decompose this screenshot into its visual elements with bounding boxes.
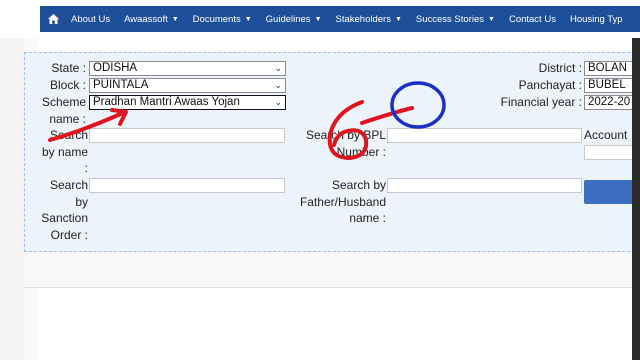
search-father-label: Search by Father/Husband name : <box>299 178 386 225</box>
search-sanction-input[interactable] <box>89 178 285 193</box>
district-label: District : <box>538 61 582 75</box>
nav-about-us[interactable]: About Us <box>64 6 117 32</box>
search-name-label: Search by name : <box>41 128 88 175</box>
state-label: State : <box>51 61 86 75</box>
scheme-value: Pradhan Mantri Awaas Yojan <box>93 96 240 108</box>
nav-label: Success Stories <box>415 13 485 25</box>
block-value: PUINTALA <box>93 79 149 91</box>
chevron-down-icon: ⌄ <box>274 97 282 107</box>
block-label: Block : <box>49 78 86 92</box>
block-select[interactable]: PUINTALA ⌄ <box>89 78 286 93</box>
nav-contact-us[interactable]: Contact Us <box>502 6 563 32</box>
nav-label: About Us <box>71 13 111 25</box>
panchayat-label: Panchayat : <box>518 78 582 92</box>
nav-label: Documents <box>192 13 241 25</box>
caret-down-icon: ▼ <box>394 15 402 23</box>
nav-label: Contact Us <box>508 13 556 25</box>
chevron-down-icon: ⌄ <box>274 80 282 90</box>
financial-year-value: 2022-20 <box>588 96 631 108</box>
search-bpl-input[interactable] <box>387 128 582 143</box>
nav-documents[interactable]: Documents ▼ <box>186 6 259 32</box>
results-area <box>24 252 640 288</box>
district-value: BOLAN <box>588 62 627 74</box>
right-edge <box>632 38 640 360</box>
search-father-input[interactable] <box>387 178 582 193</box>
search-sanction-label: Search by Sanction Order : <box>41 178 88 242</box>
nav-stakeholders[interactable]: Stakeholders ▼ <box>329 6 409 32</box>
chevron-down-icon: ⌄ <box>274 63 282 73</box>
nav-label: Guidelines <box>265 13 311 25</box>
caret-down-icon: ▼ <box>171 15 179 23</box>
nav-label: Housing Typ <box>569 13 623 25</box>
search-name-input[interactable] <box>89 128 285 143</box>
main-nav: About Us Awaassoft ▼ Documents ▼ Guideline… <box>40 6 640 32</box>
scheme-label: Scheme name : <box>41 95 86 126</box>
left-margin <box>0 38 24 360</box>
search-bpl-label: Search by BPL Number : <box>305 128 386 159</box>
scheme-select[interactable]: Pradhan Mantri Awaas Yojan ⌄ <box>89 95 286 110</box>
state-value: ODISHA <box>93 62 138 74</box>
caret-down-icon: ▼ <box>314 15 322 23</box>
panchayat-value: BUBEL <box>588 79 626 91</box>
home-icon[interactable] <box>42 6 64 32</box>
nav-housing-typology[interactable]: Housing Typ <box>563 6 630 32</box>
nav-success-stories[interactable]: Success Stories ▼ <box>409 6 502 32</box>
state-select[interactable]: ODISHA ⌄ <box>89 61 286 76</box>
caret-down-icon: ▼ <box>244 15 252 23</box>
financial-year-label: Financial year : <box>500 95 582 109</box>
caret-down-icon: ▼ <box>488 15 495 23</box>
nav-guidelines[interactable]: Guidelines ▼ <box>259 6 329 32</box>
nav-label: Awaassoft <box>124 13 168 25</box>
nav-awaassoft[interactable]: Awaassoft ▼ <box>117 6 186 32</box>
top-bar: About Us Awaassoft ▼ Documents ▼ Guideline… <box>0 0 640 38</box>
nav-label: Stakeholders <box>335 13 391 25</box>
